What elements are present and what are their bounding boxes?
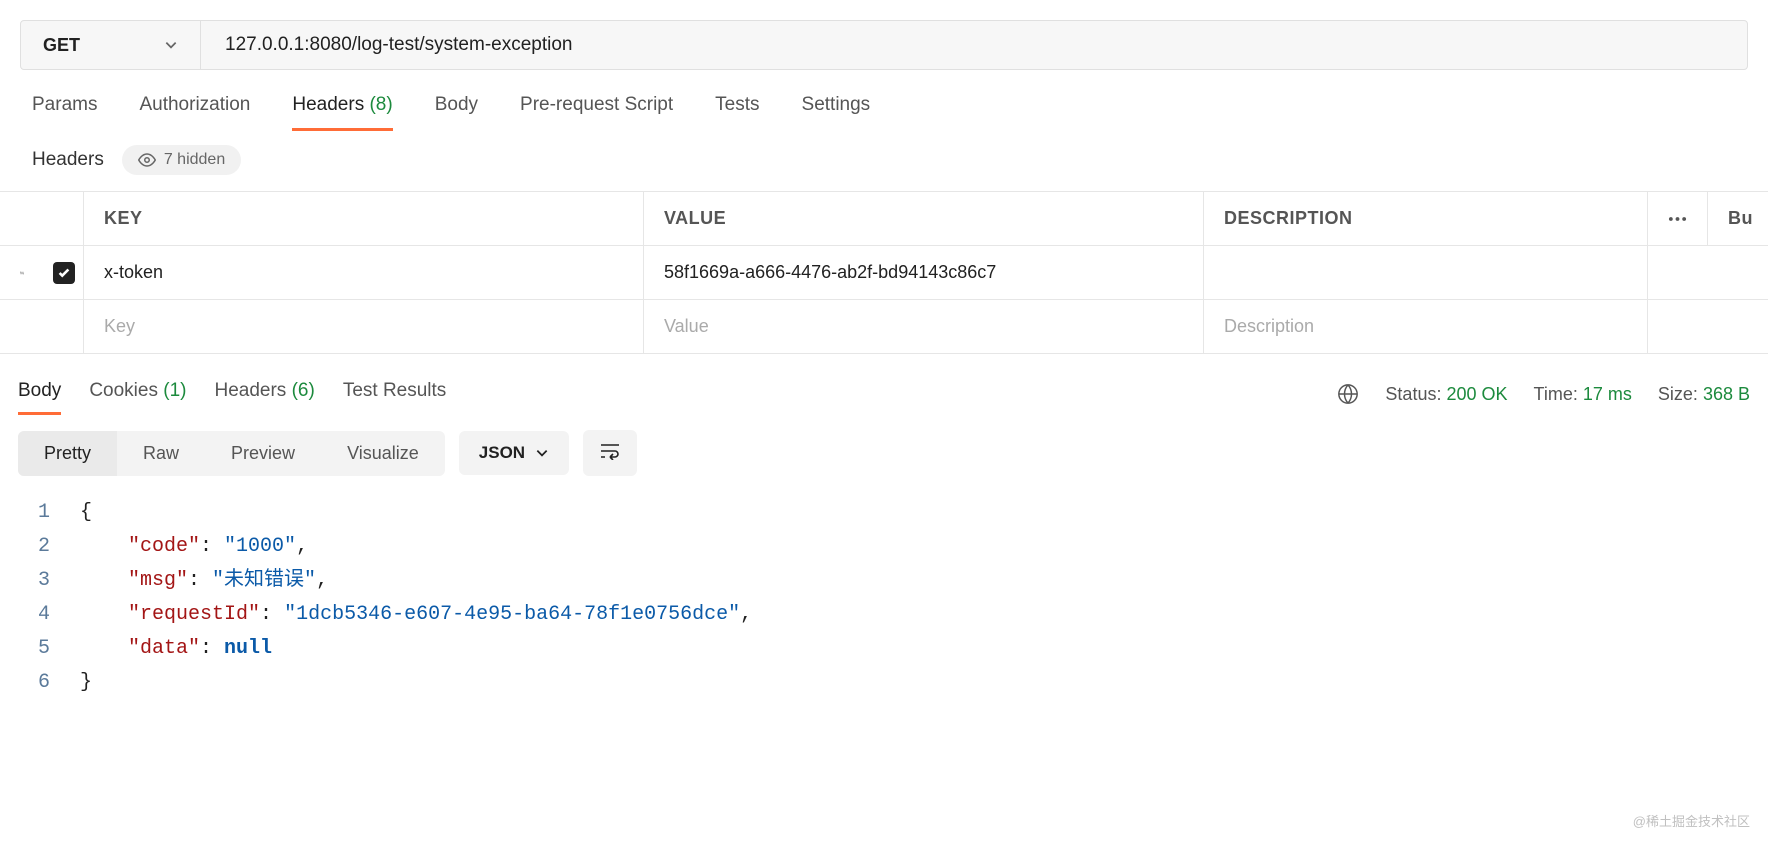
size-block: Size: 368 B bbox=[1658, 384, 1750, 405]
response-bar: Body Cookies (1) Headers (6) Test Result… bbox=[0, 354, 1768, 414]
drag-handle[interactable] bbox=[0, 246, 44, 299]
resp-tab-cookies[interactable]: Cookies (1) bbox=[89, 374, 186, 414]
format-label: JSON bbox=[479, 443, 525, 463]
code-line: 6} bbox=[0, 666, 1768, 700]
code-line: 1{ bbox=[0, 496, 1768, 530]
response-tabs: Body Cookies (1) Headers (6) Test Result… bbox=[18, 374, 446, 414]
format-select[interactable]: JSON bbox=[459, 431, 569, 475]
response-status: Status: 200 OK Time: 17 ms Size: 368 B bbox=[1337, 383, 1750, 405]
request-bar: GET bbox=[20, 20, 1748, 70]
table-row: x-token 58f1669a-a666-4476-ab2f-bd94143c… bbox=[0, 246, 1768, 300]
http-method-label: GET bbox=[43, 35, 80, 56]
headers-label: Headers bbox=[32, 149, 104, 171]
globe-icon[interactable] bbox=[1337, 383, 1359, 405]
chevron-down-icon bbox=[164, 38, 178, 52]
header-key-input[interactable]: Key bbox=[84, 300, 644, 353]
headers-count: (8) bbox=[369, 94, 392, 115]
code-line: 5 "data": null bbox=[0, 632, 1768, 666]
headers-subbar: Headers 7 hidden bbox=[0, 131, 1768, 191]
eye-icon bbox=[138, 151, 156, 169]
table-row-empty: Key Value Description bbox=[0, 300, 1768, 354]
resp-tab-test-results[interactable]: Test Results bbox=[343, 374, 446, 414]
resp-headers-count: (6) bbox=[292, 380, 315, 401]
resp-tab-body[interactable]: Body bbox=[18, 374, 61, 414]
tab-body[interactable]: Body bbox=[435, 88, 478, 130]
wrap-icon bbox=[599, 442, 621, 460]
status-block: Status: 200 OK bbox=[1385, 384, 1507, 405]
bulk-edit-button[interactable]: Bu bbox=[1708, 192, 1768, 245]
tab-params[interactable]: Params bbox=[32, 88, 97, 130]
table-header-row: KEY VALUE DESCRIPTION Bu bbox=[0, 192, 1768, 246]
tab-settings[interactable]: Settings bbox=[802, 88, 871, 130]
tab-headers[interactable]: Headers (8) bbox=[292, 88, 392, 130]
col-spacer bbox=[0, 192, 84, 245]
tab-prerequest[interactable]: Pre-request Script bbox=[520, 88, 673, 130]
hidden-headers-toggle[interactable]: 7 hidden bbox=[122, 145, 241, 175]
code-line: 3 "msg": "未知错误", bbox=[0, 564, 1768, 598]
status-value: 200 OK bbox=[1446, 384, 1507, 404]
checkbox-checked-icon bbox=[53, 262, 75, 284]
header-desc-cell[interactable] bbox=[1204, 246, 1648, 299]
size-value: 368 B bbox=[1703, 384, 1750, 404]
time-value: 17 ms bbox=[1583, 384, 1632, 404]
cookies-count: (1) bbox=[163, 380, 186, 401]
drag-icon bbox=[20, 266, 24, 280]
response-view-bar: Pretty Raw Preview Visualize JSON bbox=[0, 414, 1768, 492]
more-columns-button[interactable] bbox=[1648, 192, 1708, 245]
tab-authorization[interactable]: Authorization bbox=[139, 88, 250, 130]
header-value-cell[interactable]: 58f1669a-a666-4476-ab2f-bd94143c86c7 bbox=[644, 246, 1204, 299]
response-body-code[interactable]: 1{ 2 "code": "1000", 3 "msg": "未知错误", 4 … bbox=[0, 492, 1768, 720]
header-value-input[interactable]: Value bbox=[644, 300, 1204, 353]
view-preview[interactable]: Preview bbox=[205, 431, 321, 476]
col-key: KEY bbox=[84, 192, 644, 245]
view-visualize[interactable]: Visualize bbox=[321, 431, 445, 476]
time-block: Time: 17 ms bbox=[1534, 384, 1632, 405]
ellipsis-icon bbox=[1668, 216, 1687, 222]
col-description: DESCRIPTION bbox=[1204, 192, 1648, 245]
view-pretty[interactable]: Pretty bbox=[18, 431, 117, 476]
header-key-cell[interactable]: x-token bbox=[84, 246, 644, 299]
tab-tests[interactable]: Tests bbox=[715, 88, 759, 130]
resp-tab-headers[interactable]: Headers (6) bbox=[214, 374, 314, 414]
header-desc-input[interactable]: Description bbox=[1204, 300, 1648, 353]
view-mode-segment: Pretty Raw Preview Visualize bbox=[18, 431, 445, 476]
watermark: @稀土掘金技术社区 bbox=[1633, 811, 1750, 830]
http-method-select[interactable]: GET bbox=[21, 21, 201, 69]
wrap-lines-button[interactable] bbox=[583, 430, 637, 476]
headers-table: KEY VALUE DESCRIPTION Bu x-token 58f1669… bbox=[0, 191, 1768, 354]
code-line: 4 "requestId": "1dcb5346-e607-4e95-ba64-… bbox=[0, 598, 1768, 632]
request-tabs: Params Authorization Headers (8) Body Pr… bbox=[0, 70, 1768, 131]
view-raw[interactable]: Raw bbox=[117, 431, 205, 476]
hidden-count-label: 7 hidden bbox=[164, 151, 225, 169]
url-input[interactable] bbox=[201, 21, 1747, 69]
code-line: 2 "code": "1000", bbox=[0, 530, 1768, 564]
row-checkbox[interactable] bbox=[44, 246, 84, 299]
col-value: VALUE bbox=[644, 192, 1204, 245]
chevron-down-icon bbox=[535, 446, 549, 460]
